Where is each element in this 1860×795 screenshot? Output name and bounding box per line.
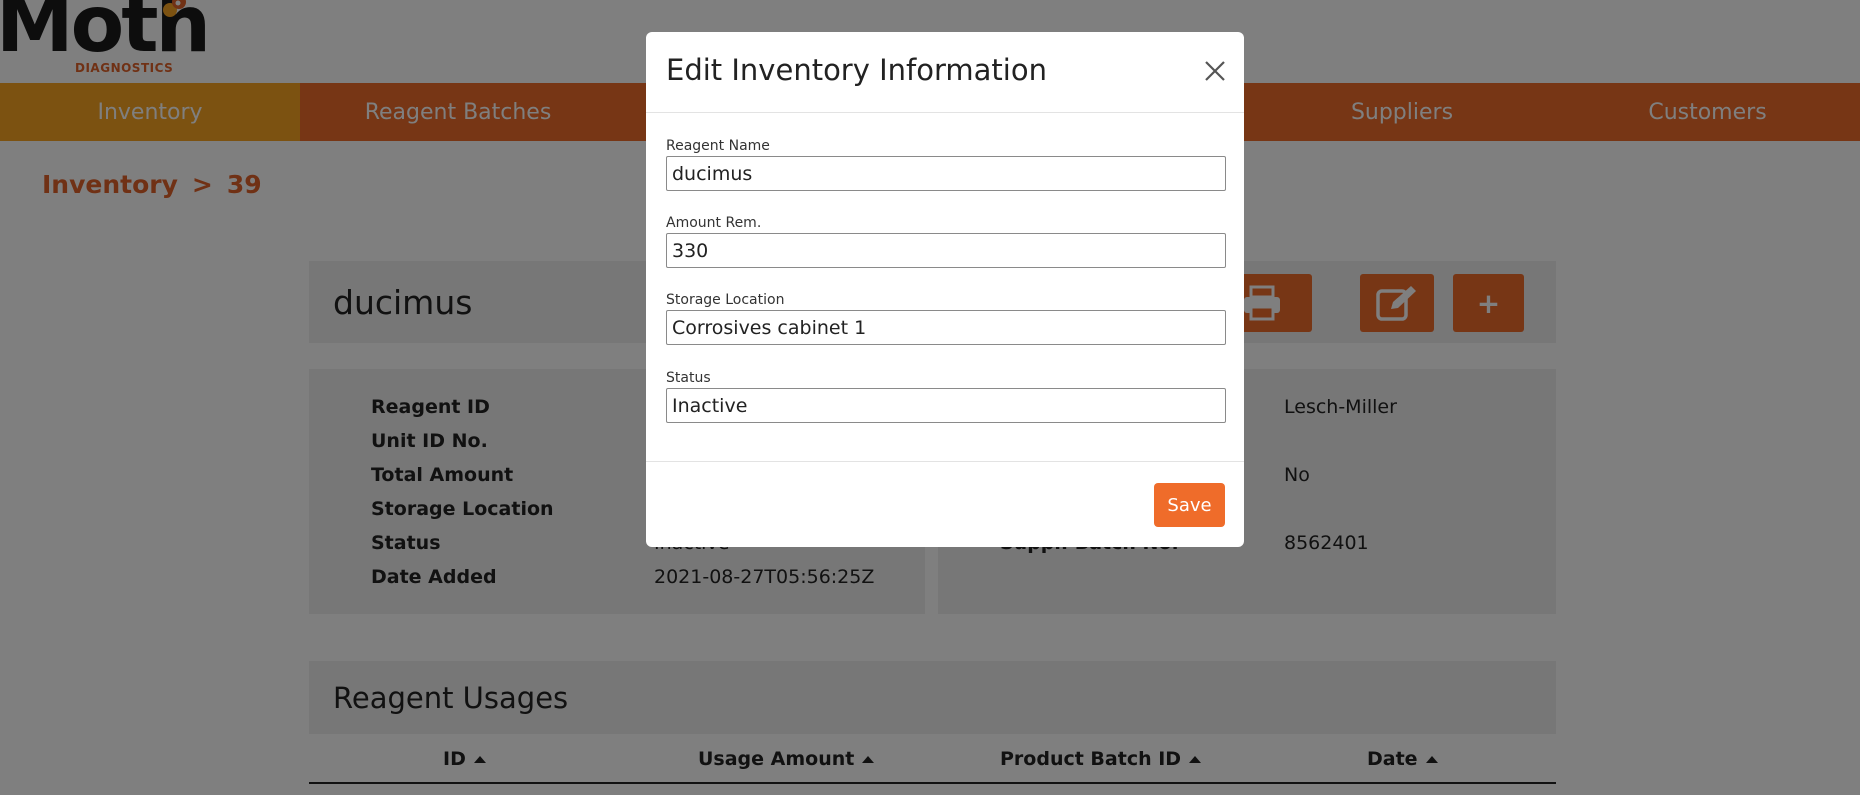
reagent-name-label: Reagent Name <box>666 138 770 154</box>
save-button[interactable]: Save <box>1154 483 1225 527</box>
modal-footer-divider <box>646 461 1244 462</box>
modal-header: Edit Inventory Information <box>646 32 1244 113</box>
amount-remaining-label: Amount Rem. <box>666 215 762 231</box>
modal-title: Edit Inventory Information <box>666 53 1047 87</box>
page: Moth DIAGNOSTICS Inventory Reagent Batch… <box>0 0 1860 795</box>
amount-remaining-input[interactable] <box>666 233 1226 268</box>
status-input[interactable] <box>666 388 1226 423</box>
status-label: Status <box>666 370 711 386</box>
storage-location-label: Storage Location <box>666 292 785 308</box>
edit-inventory-modal: Edit Inventory Information Reagent Name … <box>646 32 1244 547</box>
close-icon[interactable] <box>1202 58 1228 84</box>
reagent-name-input[interactable] <box>666 156 1226 191</box>
storage-location-input[interactable] <box>666 310 1226 345</box>
